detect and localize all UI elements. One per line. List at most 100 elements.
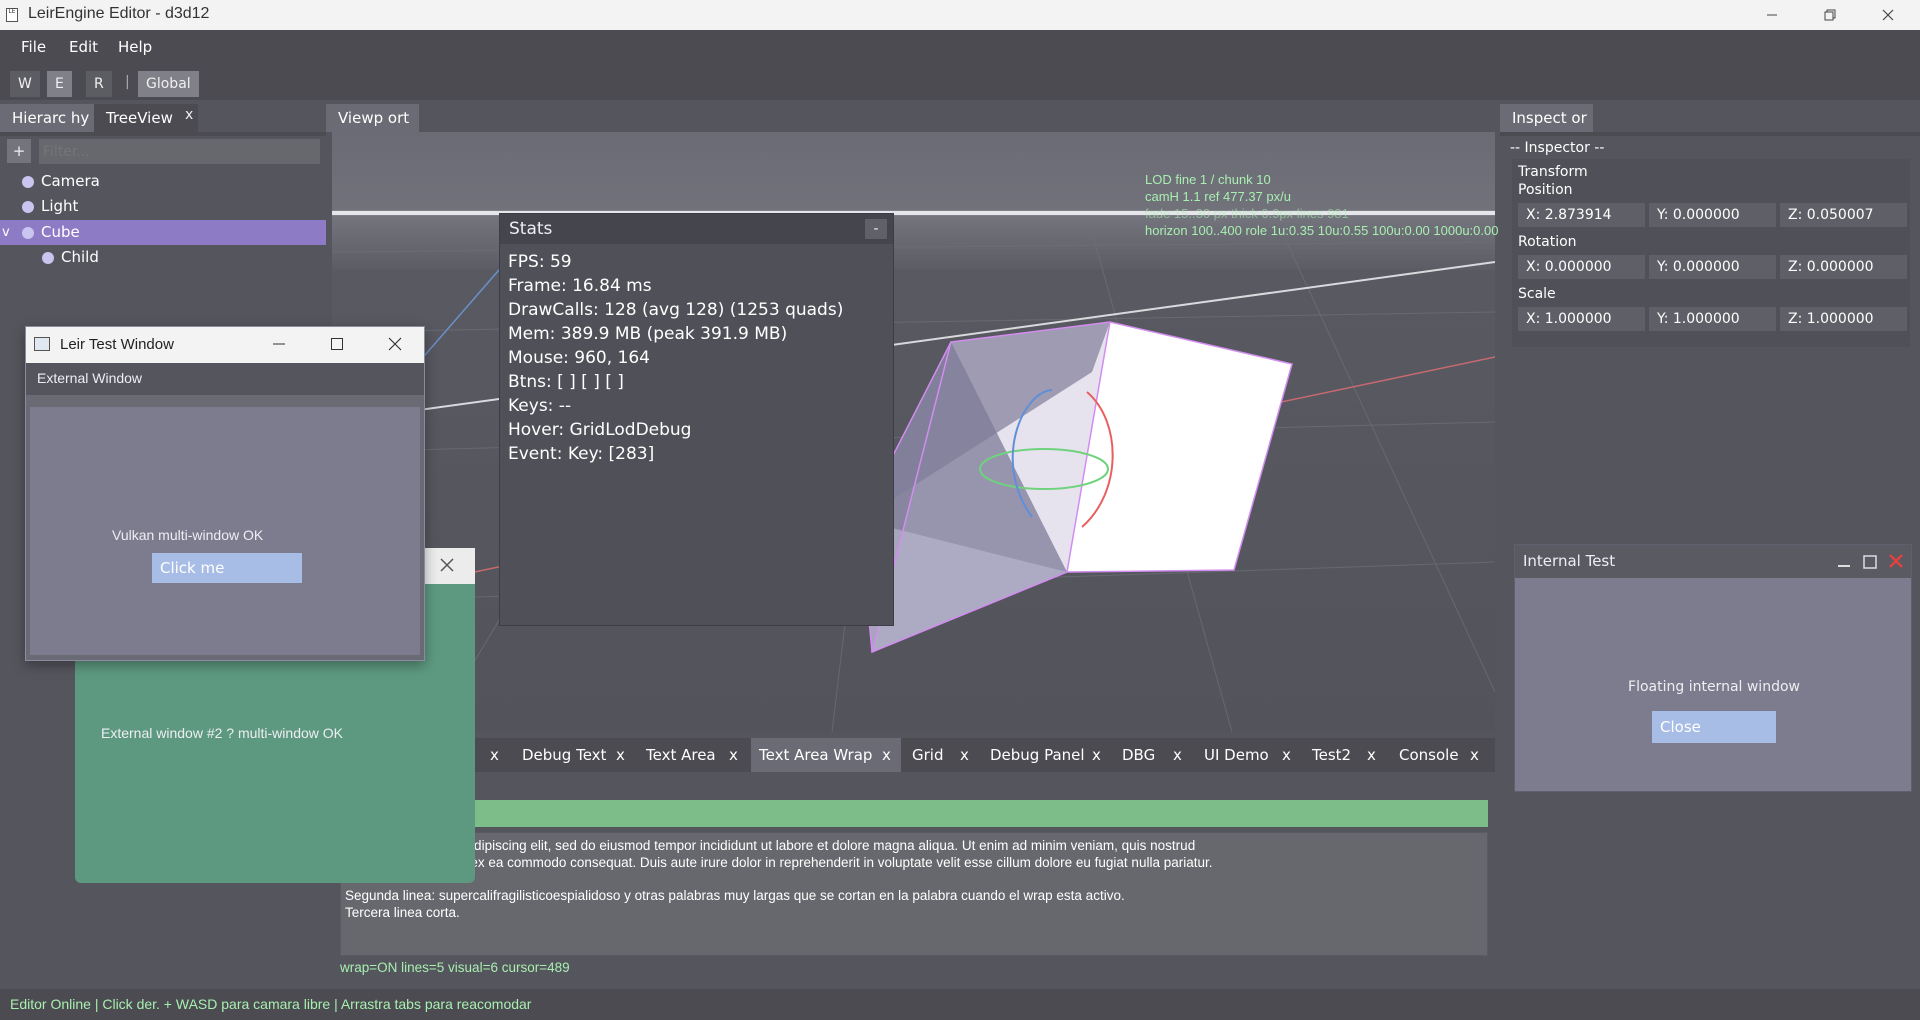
window-titlebar: LE LeirEngine Editor - d3d12 <box>0 0 1920 30</box>
tab-close-icon[interactable]: x <box>185 107 193 123</box>
text-area-toolbar <box>340 800 1488 827</box>
restore-icon[interactable] <box>1802 0 1858 30</box>
position-y-field[interactable]: Y: 0.000000 <box>1649 203 1776 227</box>
external-window-2-text: External window #2 ? multi-window OK <box>101 725 343 741</box>
expand-toggle[interactable]: v <box>2 220 10 245</box>
tab-viewport[interactable]: Viewp ort <box>326 104 419 132</box>
external-window-1-titlebar[interactable]: Leir Test Window <box>26 327 424 363</box>
internal-window: Internal Test Floating internal window C… <box>1514 544 1912 792</box>
inspector-header: -- Inspector -- <box>1510 140 1605 156</box>
lod-info-line: horizon 100..400 role 1u:0.35 10u:0.55 1… <box>1145 223 1499 238</box>
scale-label: Scale <box>1518 286 1556 302</box>
close-button[interactable]: Close <box>1652 711 1776 743</box>
position-label: Position <box>1518 182 1573 198</box>
tab-dbg[interactable]: DBG <box>1122 738 1155 772</box>
close-icon[interactable] <box>1888 545 1904 590</box>
menu-help[interactable]: Help <box>107 30 163 64</box>
tab-close-icon[interactable]: x <box>1173 738 1182 772</box>
lod-info-line: LOD fine 1 / chunk 10 <box>1145 172 1271 187</box>
tab-close-icon[interactable]: x <box>490 738 499 772</box>
tab-test2[interactable]: Test2 <box>1312 738 1351 772</box>
minimize-icon[interactable] <box>1744 0 1800 30</box>
tab-close-icon[interactable]: x <box>960 738 969 772</box>
tab-text-area-wrap[interactable]: Text Area Wrap <box>751 738 901 772</box>
external-window-2-titlebar[interactable] <box>423 548 475 584</box>
stats-line: Btns: [ ] [ ] [ ] <box>508 372 624 392</box>
add-object-button[interactable]: + <box>7 139 31 163</box>
tab-treeview[interactable]: TreeView <box>94 104 198 132</box>
external-window-menu[interactable]: External Window <box>37 370 142 386</box>
tab-console[interactable]: Console <box>1399 738 1459 772</box>
internal-window-titlebar[interactable]: Internal Test <box>1515 545 1911 578</box>
stats-line: FPS: 59 <box>508 252 572 272</box>
tab-close-icon[interactable]: x <box>729 738 738 772</box>
hierarchy-item-cube[interactable]: v Cube <box>0 220 326 245</box>
text-area-status: wrap=ON lines=5 visual=6 cursor=489 <box>340 960 570 975</box>
click-me-button[interactable]: Click me <box>152 553 302 583</box>
window-title: LeirEngine Editor - d3d12 <box>28 5 210 22</box>
stats-line: Event: Key: [283] <box>508 444 655 464</box>
window-icon <box>34 337 50 351</box>
transform-section: Transform Position X: 2.873914 Y: 0.0000… <box>1512 159 1910 347</box>
menu-file[interactable]: File <box>10 30 57 64</box>
bottom-tab-bar: x Debug Text x Text Area x Text Area Wra… <box>332 738 1495 772</box>
tab-close-icon[interactable]: x <box>1282 738 1291 772</box>
close-icon[interactable] <box>388 337 402 355</box>
tab-hierarchy[interactable]: Hierarc hy <box>0 104 94 132</box>
tab-close-icon[interactable]: x <box>1092 738 1101 772</box>
filter-input[interactable] <box>39 139 320 164</box>
text-area[interactable]: it amet, consectetur adipiscing elit, se… <box>340 832 1488 956</box>
stats-line: Hover: GridLodDebug <box>508 420 692 440</box>
scale-tool-button[interactable]: R <box>86 71 112 97</box>
tab-close-icon[interactable]: x <box>1470 738 1479 772</box>
stats-line: Mouse: 960, 164 <box>508 348 650 368</box>
rotation-x-field[interactable]: X: 0.000000 <box>1518 255 1645 279</box>
hierarchy-item-light[interactable]: Light <box>0 194 326 219</box>
scale-z-field[interactable]: Z: 1.000000 <box>1780 307 1907 331</box>
position-x-field[interactable]: X: 2.873914 <box>1518 203 1645 227</box>
maximize-icon[interactable] <box>330 337 344 355</box>
tab-close-icon[interactable]: x <box>1367 738 1376 772</box>
stats-line: Frame: 16.84 ms <box>508 276 652 296</box>
tab-ui-demo[interactable]: UI Demo <box>1204 738 1269 772</box>
transform-label: Transform <box>1518 164 1588 180</box>
rotate-tool-button[interactable]: E <box>47 71 72 97</box>
app-icon: LE <box>6 8 18 22</box>
text-line: Tercera linea corta. <box>345 905 460 920</box>
menu-edit[interactable]: Edit <box>58 30 109 64</box>
scale-y-field[interactable]: Y: 1.000000 <box>1649 307 1776 331</box>
minimize-icon[interactable] <box>1837 545 1851 590</box>
tab-close-icon[interactable]: x <box>616 738 625 772</box>
position-z-field[interactable]: Z: 0.050007 <box>1780 203 1907 227</box>
toolbar-separator: | <box>125 74 130 90</box>
tab-inspector[interactable]: Inspect or <box>1500 104 1593 132</box>
tab-text-area[interactable]: Text Area <box>646 738 716 772</box>
hierarchy-item-child[interactable]: Child <box>0 245 326 270</box>
close-icon[interactable] <box>1860 0 1916 30</box>
translate-tool-button[interactable]: W <box>10 71 40 97</box>
tab-debug-text[interactable]: Debug Text <box>522 738 606 772</box>
object-icon <box>22 176 34 188</box>
text-line: Segunda linea: supercalifragilisticoespi… <box>345 888 1125 903</box>
lod-info-line: fade 15..30 px thick 0.9px lines 981 <box>1145 206 1349 221</box>
stats-line: Keys: -- <box>508 396 572 416</box>
menu-bar: File Edit Help <box>0 30 1920 64</box>
object-icon <box>22 227 34 239</box>
text-line: laboris nisi ut aliquip ex ea commodo co… <box>345 855 1213 870</box>
lod-info-line: camH 1.1 ref 477.37 px/u <box>1145 189 1291 204</box>
tab-grid[interactable]: Grid <box>912 738 943 772</box>
scale-x-field[interactable]: X: 1.000000 <box>1518 307 1645 331</box>
space-toggle-button[interactable]: Global <box>138 71 199 97</box>
stats-collapse-button[interactable]: - <box>865 219 887 239</box>
internal-window-text: Floating internal window <box>1628 679 1800 695</box>
rotation-z-field[interactable]: Z: 0.000000 <box>1780 255 1907 279</box>
maximize-icon[interactable] <box>1863 545 1877 590</box>
close-icon[interactable] <box>439 557 455 577</box>
internal-window-title: Internal Test <box>1523 552 1616 570</box>
status-bar: Editor Online | Click der. + WASD para c… <box>0 989 1920 1020</box>
minimize-icon[interactable] <box>272 337 286 355</box>
tab-debug-panel[interactable]: Debug Panel <box>990 738 1085 772</box>
hierarchy-item-camera[interactable]: Camera <box>0 169 326 194</box>
rotation-y-field[interactable]: Y: 0.000000 <box>1649 255 1776 279</box>
tab-close-icon[interactable]: x <box>882 738 891 772</box>
